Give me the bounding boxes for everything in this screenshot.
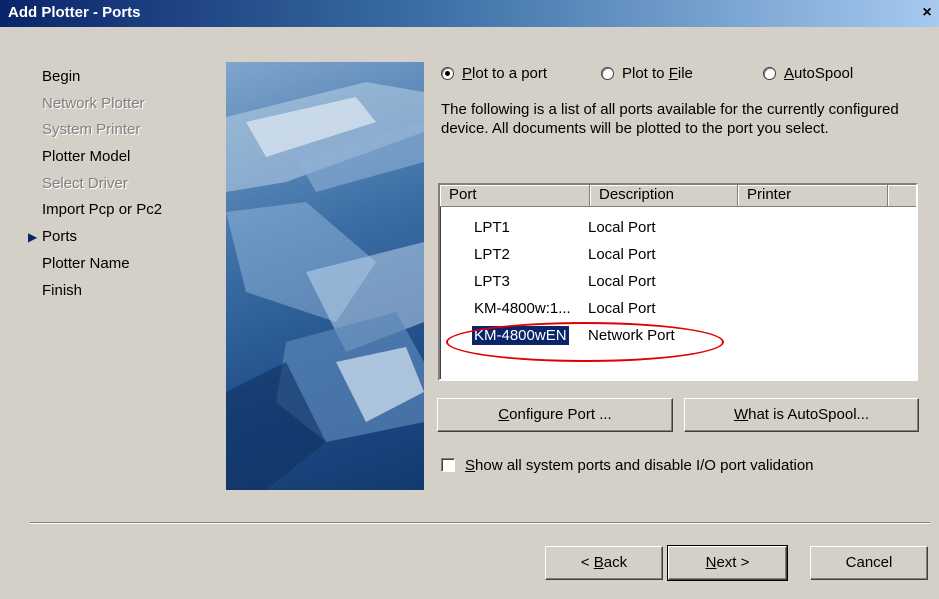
ports-list-header: Port Description Printer [440,185,916,207]
column-header-filler [888,185,916,207]
what-is-autospool-button[interactable]: What is AutoSpool... [684,398,919,432]
cell-port: LPT3 [474,273,510,290]
checkbox-unchecked-icon[interactable] [441,458,455,473]
column-header-printer[interactable]: Printer [738,185,888,207]
cell-port: LPT1 [474,219,510,236]
step-system-printer: System Printer [42,121,141,139]
radio-plot-to-port[interactable]: Plot to a port [441,64,547,84]
cell-port: KM-4800wEN [472,326,569,345]
step-finish: Finish [42,281,83,299]
table-row[interactable]: KM-4800w:1... Local Port [440,295,916,322]
table-row[interactable]: LPT3 Local Port [440,268,916,295]
radio-unselected-icon[interactable] [601,66,614,80]
ports-list[interactable]: Port Description Printer LPT1 Local Port… [438,183,918,381]
footer-separator [30,522,930,524]
back-button[interactable]: < Back [545,546,663,580]
current-step-arrow-icon: ▶ [28,230,38,245]
cell-description: Local Port [588,219,656,236]
step-ports: ▶ Ports [28,224,162,251]
step-select-driver: Select Driver [42,174,128,192]
column-header-port[interactable]: Port [440,185,590,207]
column-header-description[interactable]: Description [590,185,738,207]
ports-description: The following is a list of all ports ava… [441,101,899,137]
cancel-button[interactable]: Cancel [810,546,928,580]
radio-plot-to-file[interactable]: Plot to File [601,64,693,84]
step-import-pcp: Import Pcp or Pc2 [42,201,163,219]
step-plotter-model: Plotter Model [42,148,131,166]
close-icon[interactable]: × [917,3,937,23]
step-begin: Begin [42,68,81,85]
cell-description: Local Port [588,300,656,317]
window-title: Add Plotter - Ports [8,4,141,21]
plotter-illustration-icon [226,82,424,490]
configure-port-button[interactable]: Configure Port ... [437,398,673,432]
wizard-illustration [226,62,424,490]
table-row-selected[interactable]: KM-4800wEN Network Port [440,322,916,349]
title-bar: Add Plotter - Ports × [0,0,939,27]
show-all-ports-checkbox[interactable]: Show all system ports and disable I/O po… [441,456,814,476]
next-button[interactable]: Next > [667,545,788,581]
wizard-steps: Begin Network Plotter System Printer Plo… [28,64,163,304]
radio-selected-icon[interactable] [441,66,454,80]
cell-port: LPT2 [474,246,510,263]
radio-unselected-icon[interactable] [763,66,776,80]
step-plotter-name: Plotter Name [42,254,130,272]
cell-port: KM-4800w:1... [474,300,571,317]
step-network-plotter: Network Plotter [42,94,145,112]
cell-description: Local Port [588,246,656,263]
radio-autospool[interactable]: AutoSpool [763,64,853,84]
cell-description: Local Port [588,273,656,290]
table-row[interactable]: LPT1 Local Port [440,214,916,241]
cell-description: Network Port [588,327,675,344]
table-row[interactable]: LPT2 Local Port [440,241,916,268]
